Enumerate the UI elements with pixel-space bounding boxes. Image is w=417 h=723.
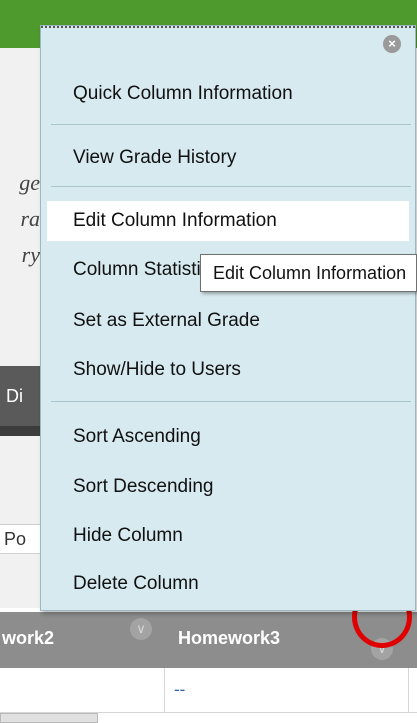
cell-divider <box>164 668 165 712</box>
table-row: -- <box>0 668 417 713</box>
chevron-down-icon[interactable]: ∨ <box>130 618 152 640</box>
menu-item-hide-column[interactable]: Hide Column <box>41 516 415 556</box>
text-fragment: ra <box>20 206 40 231</box>
close-icon[interactable]: × <box>383 35 401 53</box>
menu-item-quick-column-information[interactable]: Quick Column Information <box>41 74 415 114</box>
menu-item-set-as-external-grade[interactable]: Set as External Grade <box>41 301 415 341</box>
menu-divider <box>51 124 411 125</box>
menu-item-delete-column[interactable]: Delete Column <box>41 564 415 604</box>
dark-tab-button[interactable]: Di <box>0 366 44 436</box>
tooltip: Edit Column Information <box>200 254 417 292</box>
menu-item-edit-column-information[interactable]: Edit Column Information <box>47 201 409 241</box>
menu-item-view-grade-history[interactable]: View Grade History <box>41 138 415 178</box>
horizontal-scrollbar[interactable] <box>0 713 98 723</box>
grade-cell-value[interactable]: -- <box>174 680 185 700</box>
menu-item-sort-descending[interactable]: Sort Descending <box>41 467 415 507</box>
menu-top-border <box>41 26 415 28</box>
menu-item-sort-ascending[interactable]: Sort Ascending <box>41 417 415 457</box>
column-header-homework3[interactable]: Homework3 <box>178 628 280 649</box>
column-header-homework2[interactable]: work2 <box>2 628 54 649</box>
menu-divider <box>51 401 411 402</box>
points-field[interactable]: Po <box>0 524 44 554</box>
menu-item-show-hide-to-users[interactable]: Show/Hide to Users <box>41 350 415 390</box>
menu-divider <box>51 186 411 187</box>
text-fragment: ry <box>21 242 40 267</box>
column-context-menu: × Quick Column Information View Grade Hi… <box>40 25 416 611</box>
cell-divider <box>408 668 409 712</box>
text-fragment: ge <box>19 170 40 195</box>
